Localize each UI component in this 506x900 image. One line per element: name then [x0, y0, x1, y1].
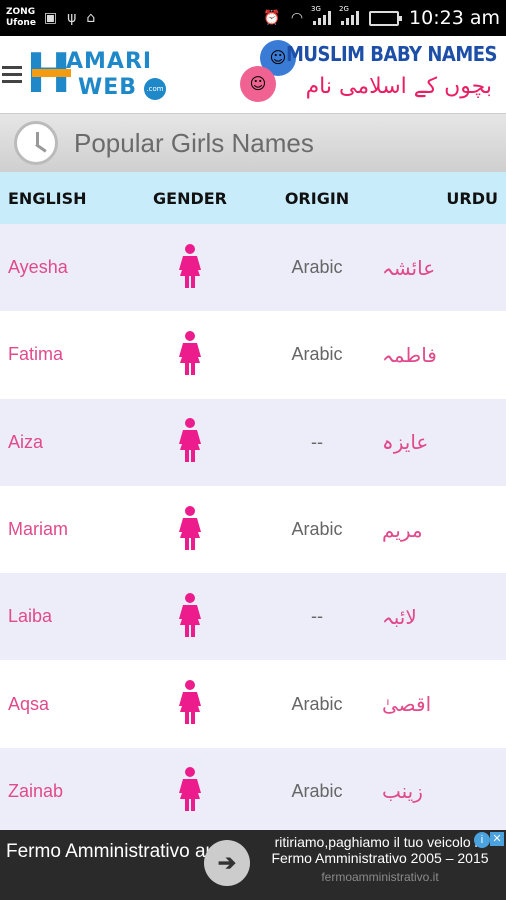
hamariweb-logo[interactable]: H AMARI WEB .com [26, 45, 196, 105]
gender-cell [128, 243, 252, 292]
female-icon [179, 330, 201, 375]
arrow-right-icon[interactable]: ➔ [204, 840, 250, 886]
alarm-icon: ⏰ [263, 10, 281, 26]
table-header: ENGLISH GENDER ORIGIN URDU [0, 172, 506, 224]
origin: Arabic [291, 519, 343, 540]
table-row[interactable]: Mariam Arabic مریم [0, 485, 506, 574]
female-icon [179, 418, 201, 463]
table-row[interactable]: Zainab Arabic زینب [0, 747, 506, 836]
ad-headline: Fermo Amministrativo auto [6, 841, 232, 862]
usb-icon: ψ [67, 10, 77, 26]
carrier-1: ZONG [6, 7, 36, 17]
table-row[interactable]: Aqsa Arabic اقصیٰ [0, 660, 506, 748]
female-icon [179, 243, 201, 288]
female-icon [179, 767, 201, 812]
carrier-names: ZONG Ufone [6, 7, 36, 29]
origin: Arabic [291, 344, 343, 365]
wifi-icon: ◠ [290, 10, 304, 26]
female-icon [179, 680, 201, 725]
brand-title: MUSLIM BABY NAMES [286, 41, 498, 66]
column-english: ENGLISH [8, 188, 87, 208]
table-row[interactable]: Ayesha Arabic عائشہ [0, 224, 506, 312]
app-header: H AMARI WEB .com ☺ ☺ MUSLIM BABY NAMES ب… [0, 36, 506, 114]
hamburger-menu-icon[interactable] [2, 66, 22, 83]
column-origin: ORIGIN [284, 188, 350, 208]
gender-cell [128, 767, 252, 815]
gender-cell [128, 330, 252, 379]
name-urdu: عایزہ [382, 430, 429, 455]
status-bar: ZONG Ufone ▣ ψ ⌂ ⏰ ◠ 3G 2G 10:23 am [0, 0, 506, 36]
gender-cell [128, 592, 252, 641]
ad-close-icon[interactable]: ✕ [490, 832, 504, 846]
name-english: Fatima [8, 344, 64, 365]
name-urdu: اقصیٰ [382, 692, 432, 717]
name-english: Aiza [8, 431, 44, 452]
names-list: Ayesha Arabic عائشہ Fatima Arabic فاطمہ … [0, 224, 506, 836]
ad-left: Fermo Amministrativo auto ➔ [0, 830, 254, 900]
brand-banner: ☺ ☺ MUSLIM BABY NAMES بچوں کے اسلامی نام [240, 36, 506, 114]
status-time: 10:23 am [409, 7, 500, 29]
origin: -- [311, 431, 323, 452]
signal-icon: 3G [311, 5, 332, 25]
column-gender: GENDER [153, 188, 227, 208]
section-header: Popular Girls Names [0, 114, 506, 172]
baby-star-icon: ☺ [240, 65, 276, 102]
female-icon [179, 592, 201, 637]
table-row[interactable]: Laiba -- لائبہ [0, 573, 506, 661]
origin: -- [311, 606, 323, 627]
name-urdu: زینب [382, 779, 423, 804]
signal-icon: 2G [339, 5, 360, 25]
ad-info-icon[interactable]: i [474, 832, 490, 848]
page-title: Popular Girls Names [74, 127, 314, 158]
image-icon: ▣ [43, 10, 58, 26]
battery-icon [369, 10, 403, 26]
name-english: Aqsa [8, 693, 50, 714]
name-urdu: فاطمہ [382, 342, 437, 367]
column-urdu: URDU [446, 188, 498, 208]
origin: Arabic [291, 780, 343, 801]
name-urdu: مریم [382, 517, 423, 542]
android-debug-icon: ⌂ [86, 10, 96, 26]
female-icon [179, 505, 201, 550]
table-row[interactable]: Aiza -- عایزہ [0, 398, 506, 486]
ad-url[interactable]: fermoamministrativo.it [254, 869, 506, 885]
gender-cell [128, 418, 252, 466]
origin: Arabic [291, 257, 343, 278]
name-english: Zainab [8, 780, 64, 801]
origin: Arabic [291, 693, 343, 714]
gender-cell [128, 680, 252, 728]
ad-body: ritiriamo,paghiamo il tuo veicolo in Fer… [271, 834, 489, 866]
carrier-2: Ufone [6, 18, 36, 28]
brand-subtitle-urdu: بچوں کے اسلامی نام [305, 73, 492, 99]
name-english: Laiba [8, 606, 53, 627]
name-english: Ayesha [8, 257, 68, 278]
table-row[interactable]: Fatima Arabic فاطمہ [0, 311, 506, 399]
gender-cell [128, 505, 252, 554]
clock-icon [14, 121, 58, 165]
name-urdu: عائشہ [382, 255, 436, 280]
ad-right: ritiriamo,paghiamo il tuo veicolo in Fer… [254, 830, 506, 900]
name-english: Mariam [8, 519, 69, 540]
name-urdu: لائبہ [382, 604, 417, 629]
ad-banner[interactable]: Fermo Amministrativo auto ➔ ritiriamo,pa… [0, 830, 506, 900]
